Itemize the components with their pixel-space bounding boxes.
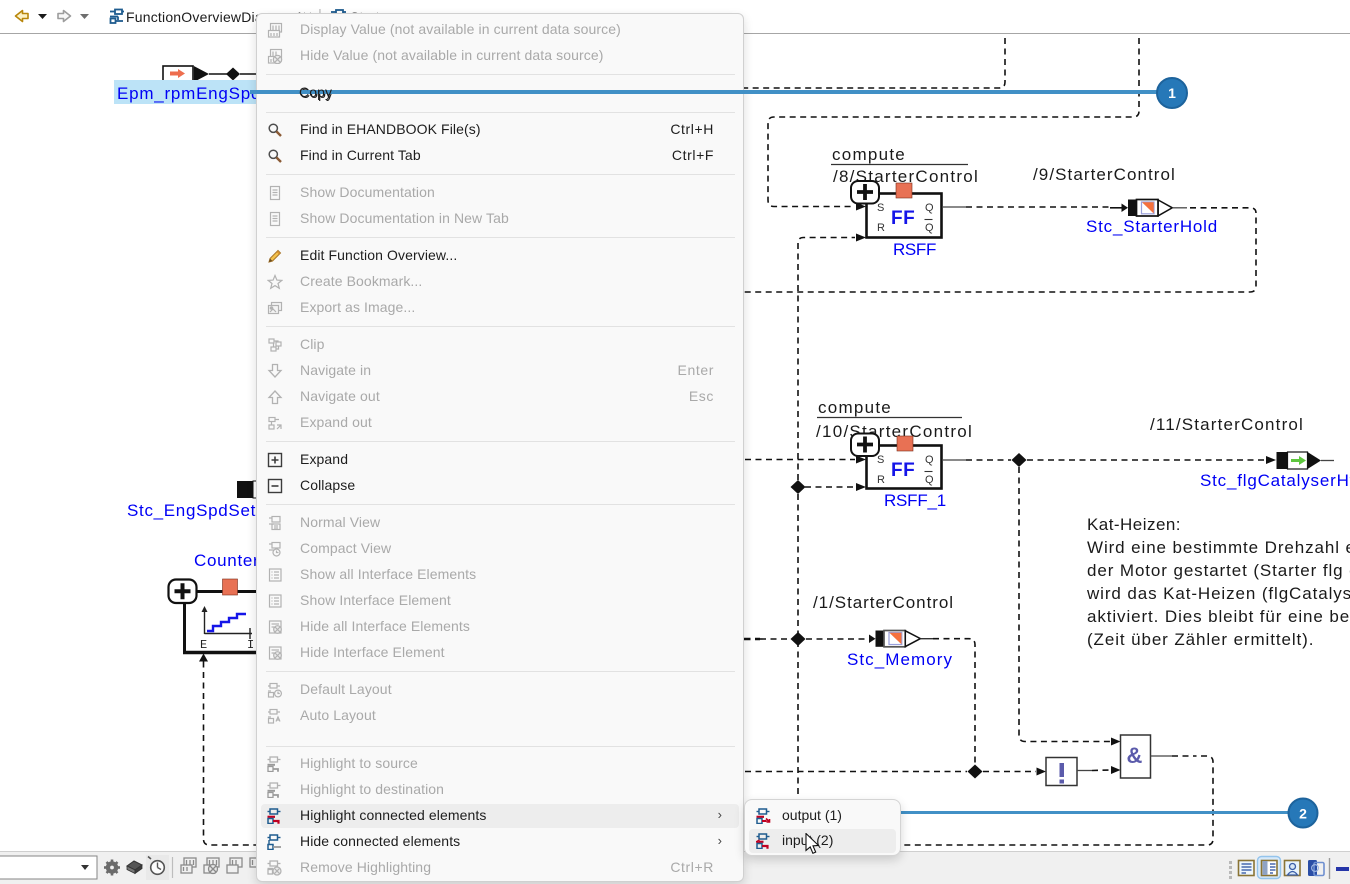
svg-text:Q: Q	[925, 474, 934, 486]
svg-text:S: S	[877, 202, 884, 214]
svg-text:&: &	[1127, 743, 1143, 768]
svg-text:Q: Q	[925, 202, 934, 214]
svg-text:RSFF_1: RSFF_1	[884, 491, 946, 510]
svg-text:E: E	[200, 638, 207, 652]
svg-text:/11/StarterControl: /11/StarterControl	[1150, 415, 1304, 434]
svg-text:compute: compute	[818, 398, 892, 417]
svg-text:S: S	[877, 454, 884, 466]
svg-text:wird das Kat-Heizen (flgCataly: wird das Kat-Heizen (flgCatalyserHtg)	[1086, 584, 1350, 603]
svg-text:2: 2	[1299, 806, 1307, 822]
svg-text:FF: FF	[891, 460, 915, 481]
svg-text:aktiviert. Dies bleibt für ein: aktiviert. Dies bleibt für eine bestimmt…	[1087, 607, 1350, 626]
svg-text:R: R	[877, 222, 885, 234]
svg-text:Kat-Heizen:: Kat-Heizen:	[1087, 515, 1181, 534]
svg-text:der Motor gestartet (Starter f: der Motor gestartet (Starter flg gesetzt…	[1087, 561, 1350, 580]
svg-text:R: R	[877, 474, 885, 486]
svg-text:Counter: Counter	[194, 551, 259, 570]
svg-text:/1/StarterControl: /1/StarterControl	[813, 593, 954, 612]
svg-text:Stc_Memory: Stc_Memory	[847, 650, 953, 669]
svg-text:Q: Q	[925, 222, 934, 234]
svg-text:Stc_flgCatalyserHtg: Stc_flgCatalyserHtg	[1200, 471, 1350, 490]
svg-text:Wird eine bestimmte Drehzahl e: Wird eine bestimmte Drehzahl erreicht un…	[1087, 538, 1350, 557]
svg-text:Q: Q	[925, 454, 934, 466]
svg-text:/9/StarterControl: /9/StarterControl	[1033, 165, 1176, 184]
svg-text:compute: compute	[832, 145, 906, 164]
svg-text:(Zeit über Zähler ermittelt).: (Zeit über Zähler ermittelt).	[1087, 630, 1314, 649]
svg-text:Stc_StarterHold: Stc_StarterHold	[1086, 217, 1218, 236]
svg-text:/10/StarterControl: /10/StarterControl	[816, 422, 973, 441]
svg-text:Epm_rpmEngSpd: Epm_rpmEngSpd	[117, 84, 261, 103]
svg-text:RSFF: RSFF	[893, 240, 936, 259]
svg-text:FF: FF	[891, 208, 915, 229]
svg-text:I: I	[247, 638, 254, 652]
